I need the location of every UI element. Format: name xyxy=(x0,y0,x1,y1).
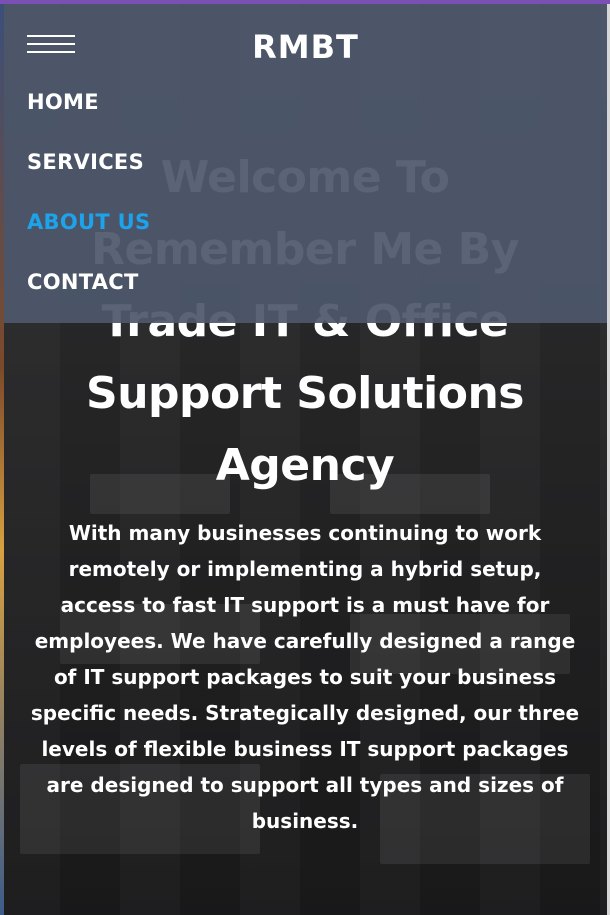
navigation-overlay: RMBT HOME SERVICES ABOUT US CONTACT xyxy=(4,4,607,323)
brand-logo-text[interactable]: RMBT xyxy=(4,28,607,66)
hero-description: With many businesses continuing to work … xyxy=(30,521,580,833)
nav-item-services[interactable]: SERVICES xyxy=(27,150,144,174)
nav-item-about-us[interactable]: ABOUT US xyxy=(27,210,150,234)
nav-item-home[interactable]: HOME xyxy=(27,90,99,114)
nav-item-contact[interactable]: CONTACT xyxy=(27,270,139,294)
